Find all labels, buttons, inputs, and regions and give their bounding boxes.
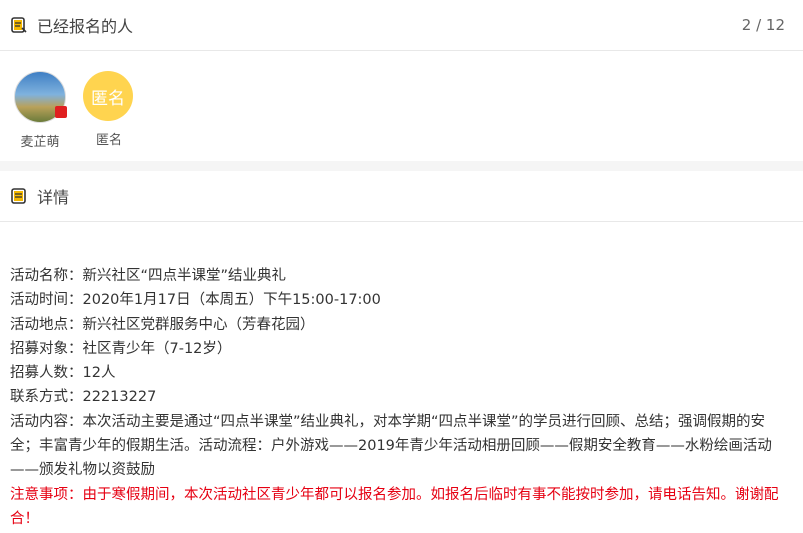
detail-line: 活动名称：新兴社区“四点半课堂”结业典礼 bbox=[10, 268, 287, 284]
document-icon bbox=[10, 187, 28, 205]
signup-title: 已经报名的人 bbox=[37, 17, 134, 36]
detail-line: 联系方式：22213227 bbox=[10, 389, 157, 406]
detail-line: 招募对象：社区青少年（7-12岁） bbox=[10, 340, 232, 357]
person-item[interactable]: 匿名 匿名 bbox=[83, 71, 135, 150]
avatar-list: 麦芷萌 匿名 匿名 bbox=[0, 51, 803, 150]
detail-line: 活动内容：本次活动主要是通过“四点半课堂”结业典礼，对本学期“四点半课堂”的学员… bbox=[10, 413, 772, 479]
signup-count: 2 / 12 bbox=[741, 16, 785, 34]
details-title: 详情 bbox=[37, 188, 70, 207]
detail-line: 活动时间：2020年1月17日（本周五）下午15:00-17:00 bbox=[10, 292, 381, 309]
section-divider bbox=[0, 161, 803, 171]
badge-icon bbox=[55, 106, 67, 118]
details-header: 详情 bbox=[0, 171, 803, 222]
details-content: 活动名称：新兴社区“四点半课堂”结业典礼 活动时间：2020年1月17日（本周五… bbox=[0, 222, 803, 531]
notice-text: 注意事项：由于寒假期间，本次活动社区青少年都可以报名参加。如报名后临时有事不能按… bbox=[10, 486, 779, 527]
avatar[interactable] bbox=[14, 71, 67, 123]
person-name: 麦芷萌 bbox=[20, 135, 60, 150]
avatar[interactable]: 匿名 bbox=[83, 71, 133, 121]
person-name: 匿名 bbox=[95, 133, 122, 148]
detail-line: 招募人数：12人 bbox=[10, 365, 116, 382]
person-item[interactable]: 麦芷萌 bbox=[14, 71, 67, 150]
signup-panel: 已经报名的人 2 / 12 麦芷萌 匿名 匿名 bbox=[0, 0, 803, 161]
signup-list-icon bbox=[10, 16, 28, 34]
detail-line: 活动地点：新兴社区党群服务中心（芳春花园） bbox=[10, 316, 315, 333]
signup-header: 已经报名的人 2 / 12 bbox=[0, 0, 803, 51]
details-panel: 详情 活动名称：新兴社区“四点半课堂”结业典礼 活动时间：2020年1月17日（… bbox=[0, 171, 803, 533]
